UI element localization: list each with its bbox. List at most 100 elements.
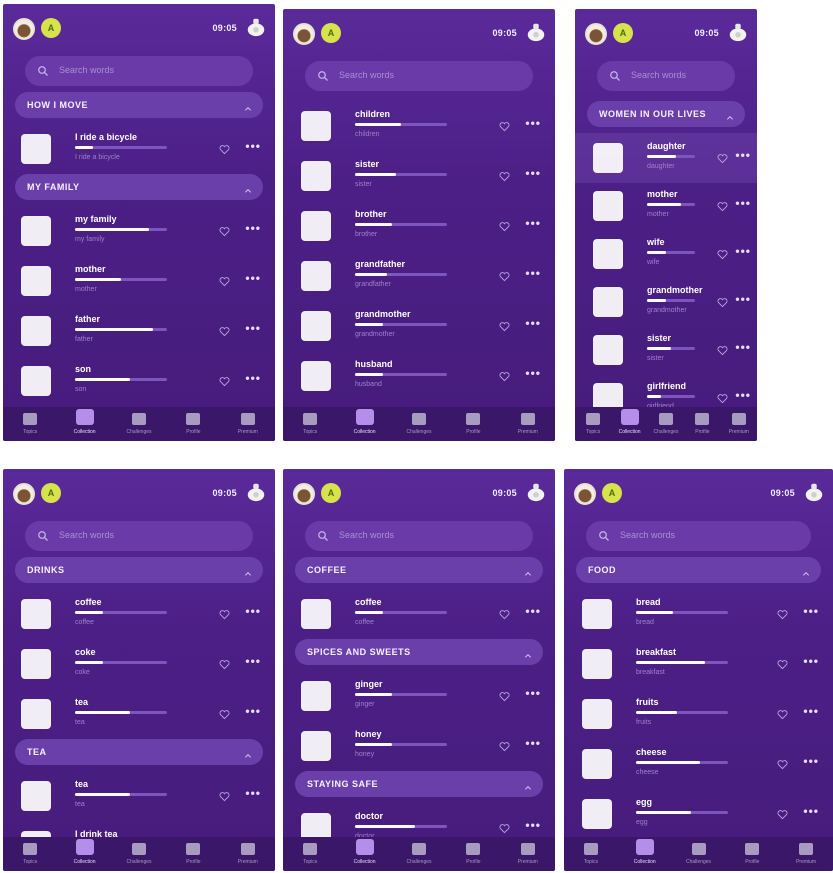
heart-icon[interactable] [498,269,511,282]
heart-icon[interactable] [498,739,511,752]
pot-icon[interactable] [727,19,749,45]
pot-icon[interactable] [245,479,267,505]
word-row[interactable]: son son ••• [3,356,275,406]
tab-challenges[interactable]: Challenges [117,841,161,869]
tab-profile[interactable]: Profile [451,841,495,869]
section-header[interactable]: STAYING SAFE [295,771,543,797]
tab-collection[interactable]: Collection [63,409,107,439]
heart-icon[interactable] [498,821,511,834]
section-header[interactable]: FOOD [576,557,821,583]
pot-icon[interactable] [525,19,547,45]
heart-icon[interactable] [716,391,729,404]
section-header[interactable]: HOW I MOVE [15,92,263,118]
word-row[interactable]: grandmother grandmother ••• [283,301,555,351]
tab-premium[interactable]: Premium [506,841,550,869]
more-options-icon[interactable]: ••• [245,654,261,668]
more-options-icon[interactable]: ••• [735,292,751,306]
heart-icon[interactable] [776,757,789,770]
heart-icon[interactable] [716,199,729,212]
more-options-icon[interactable]: ••• [245,786,261,800]
level-badge[interactable]: A [321,23,341,43]
word-row[interactable]: sister sister ••• [575,325,757,375]
avatar[interactable] [293,483,315,505]
word-row[interactable]: egg egg ••• [564,789,833,839]
avatar[interactable] [293,23,315,45]
heart-icon[interactable] [716,295,729,308]
more-options-icon[interactable]: ••• [525,736,541,750]
chevron-up-icon[interactable] [523,779,533,790]
word-row[interactable]: grandmother grandmother ••• [575,277,757,327]
section-header[interactable]: DRINKS [15,557,263,583]
chevron-up-icon[interactable] [523,565,533,576]
word-row[interactable]: bread bread ••• [564,589,833,639]
heart-icon[interactable] [498,689,511,702]
heart-icon[interactable] [498,119,511,132]
tab-profile[interactable]: Profile [451,411,495,439]
more-options-icon[interactable]: ••• [245,321,261,335]
more-options-icon[interactable]: ••• [735,196,751,210]
tab-collection[interactable]: Collection [343,839,387,869]
heart-icon[interactable] [776,707,789,720]
section-header[interactable]: MY FAMILY [15,174,263,200]
avatar[interactable] [574,483,596,505]
more-options-icon[interactable]: ••• [525,166,541,180]
more-options-icon[interactable]: ••• [525,366,541,380]
tab-topics[interactable]: Topics [8,841,52,869]
heart-icon[interactable] [218,789,231,802]
heart-icon[interactable] [776,607,789,620]
word-row[interactable]: children children ••• [283,101,555,151]
search-input[interactable]: Search words [597,61,735,91]
tab-profile[interactable]: Profile [171,411,215,439]
word-row[interactable]: honey honey ••• [283,721,555,771]
chevron-up-icon[interactable] [243,565,253,576]
heart-icon[interactable] [498,319,511,332]
heart-icon[interactable] [498,607,511,620]
heart-icon[interactable] [218,324,231,337]
word-row[interactable]: mother mother ••• [3,256,275,306]
more-options-icon[interactable]: ••• [735,388,751,402]
more-options-icon[interactable]: ••• [525,686,541,700]
more-options-icon[interactable]: ••• [735,148,751,162]
avatar[interactable] [585,23,607,45]
search-input[interactable]: Search words [305,521,533,551]
chevron-up-icon[interactable] [243,747,253,758]
word-row[interactable]: wife wife ••• [575,229,757,279]
word-row[interactable]: coffee coffee ••• [283,589,555,639]
word-row[interactable]: husband husband ••• [283,351,555,401]
section-header[interactable]: TEA [15,739,263,765]
section-header[interactable]: SPICES AND SWEETS [295,639,543,665]
heart-icon[interactable] [498,169,511,182]
section-header[interactable]: COFFEE [295,557,543,583]
pot-icon[interactable] [245,14,267,40]
heart-icon[interactable] [716,247,729,260]
more-options-icon[interactable]: ••• [525,818,541,832]
heart-icon[interactable] [218,374,231,387]
chevron-up-icon[interactable] [243,100,253,111]
heart-icon[interactable] [716,343,729,356]
tab-premium[interactable]: Premium [717,411,757,439]
more-options-icon[interactable]: ••• [525,216,541,230]
section-header[interactable]: WOMEN IN OUR LIVES [587,101,745,127]
tab-challenges[interactable]: Challenges [117,411,161,439]
more-options-icon[interactable]: ••• [803,604,819,618]
search-input[interactable]: Search words [25,521,253,551]
tab-challenges[interactable]: Challenges [397,411,441,439]
more-options-icon[interactable]: ••• [525,316,541,330]
level-badge[interactable]: A [321,483,341,503]
more-options-icon[interactable]: ••• [245,271,261,285]
heart-icon[interactable] [498,219,511,232]
more-options-icon[interactable]: ••• [525,266,541,280]
avatar[interactable] [13,18,35,40]
tab-premium[interactable]: Premium [506,411,550,439]
heart-icon[interactable] [776,807,789,820]
word-row[interactable]: coffee coffee ••• [3,589,275,639]
tab-topics[interactable]: Topics [288,841,332,869]
tab-profile[interactable]: Profile [171,841,215,869]
level-badge[interactable]: A [41,18,61,38]
tab-premium[interactable]: Premium [226,841,270,869]
more-options-icon[interactable]: ••• [803,804,819,818]
word-row[interactable]: cheese cheese ••• [564,739,833,789]
heart-icon[interactable] [218,607,231,620]
word-row[interactable]: mother mother ••• [575,181,757,231]
heart-icon[interactable] [218,707,231,720]
